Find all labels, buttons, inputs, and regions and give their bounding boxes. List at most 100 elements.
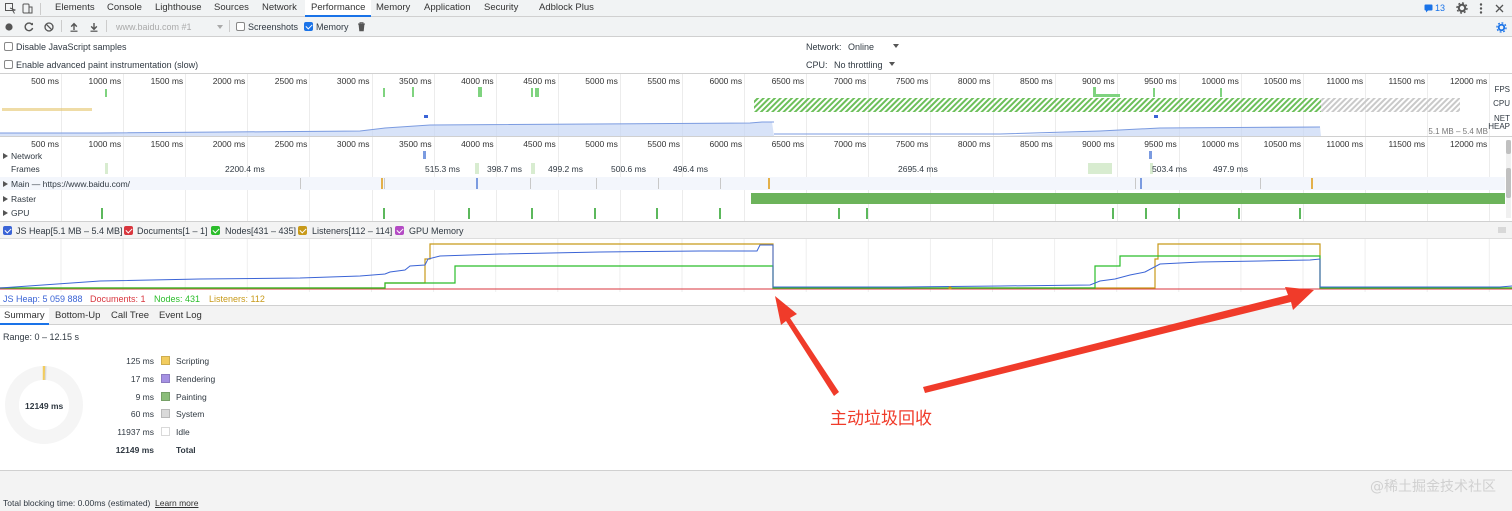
summary-donut-label: 12149 ms [25,401,64,411]
tab-network[interactable]: Network [262,0,297,17]
summary-label-painting: Painting [176,392,207,402]
summary-value-rendering: 17 ms [130,374,154,384]
reload-record-icon[interactable] [24,22,34,32]
capture-settings-gear-icon[interactable] [1496,22,1507,33]
summary-value-painting: 9 ms [135,392,154,402]
drag-handle-icon[interactable] [1498,227,1506,233]
paint-instrumentation-checkbox[interactable] [4,60,13,69]
summary-pane: Range: 0 – 12.15 s 12149 ms 125 ms Scrip… [0,325,1512,471]
listeners-value: Listeners: 112 [209,294,265,304]
js-heap-checkbox[interactable] [3,226,12,235]
profile-select[interactable]: www.baidu.com #1 [116,22,192,32]
cpu-lane-label: CPU [1493,99,1510,108]
frame-time: 2695.4 ms [898,164,938,174]
chevron-down-icon[interactable] [893,44,899,48]
tab-console[interactable]: Console [107,0,142,17]
timeline-overview[interactable]: 500 ms 1000 ms 1500 ms 2000 ms 2500 ms 3000 m… [0,74,1512,137]
annotation-text: 主动垃圾回收 [830,409,932,429]
js-heap-legend: JS Heap[5.1 MB – 5.4 MB] [16,226,123,236]
collect-garbage-icon[interactable] [357,22,366,32]
clear-icon[interactable] [44,22,54,32]
tab-memory[interactable]: Memory [376,0,410,17]
listeners-checkbox[interactable] [298,226,307,235]
summary-total-label: Total [176,445,196,455]
issues-icon[interactable] [1424,4,1433,13]
listeners-legend: Listeners[112 – 114] [312,226,393,236]
tab-adblock-plus[interactable]: Adblock Plus [539,0,594,17]
summary-label-rendering: Rendering [176,374,216,384]
tab-elements[interactable]: Elements [55,0,95,17]
tracks-scrollbar[interactable] [1506,140,1511,218]
frame-time: 499.2 ms [548,164,583,174]
disable-js-samples-checkbox[interactable] [4,42,13,51]
tab-sources[interactable]: Sources [214,0,249,17]
heap-range-label: 5.1 MB – 5.4 MB [1428,127,1488,136]
details-tabbar: Summary Bottom-Up Call Tree Event Log [0,306,1512,325]
documents-checkbox[interactable] [124,226,133,235]
capture-settings-pane: Disable JavaScript samples Enable advanc… [0,37,1512,74]
nodes-checkbox[interactable] [211,226,220,235]
expand-triangle-icon[interactable] [3,196,8,202]
chevron-down-icon[interactable] [217,25,223,29]
tab-bottom-up[interactable]: Bottom-Up [55,308,100,325]
gpu-memory-legend: GPU Memory [409,226,464,236]
frame-time: 2200.4 ms [225,164,265,174]
inspect-element-icon[interactable] [5,3,16,14]
fps-lane-label: FPS [1494,85,1510,94]
summary-value-idle: 11937 ms [117,427,154,437]
performance-toolbar: www.baidu.com #1 Screenshots Memory [0,17,1512,37]
more-options-icon[interactable] [1479,3,1483,14]
frame-time: 503.4 ms [1152,164,1187,174]
footer-bar: Total blocking time: 0.00ms (estimated) … [0,471,1512,511]
total-blocking-time: Total blocking time: 0.00ms (estimated) [3,498,151,508]
memory-counter-values: JS Heap: 5 059 888 Documents: 1 Nodes: 4… [0,292,1512,306]
load-profile-icon[interactable] [69,22,79,32]
gpu-memory-checkbox[interactable] [395,226,404,235]
tab-performance[interactable]: Performance [305,0,372,17]
paint-instrumentation-label: Enable advanced paint instrumentation (s… [16,60,199,70]
raster-bar [751,193,1505,204]
rendering-swatch [161,374,170,383]
close-devtools-icon[interactable] [1495,4,1504,13]
memory-checkbox[interactable] [304,22,313,31]
device-toolbar-icon[interactable] [22,3,33,14]
painting-swatch [161,392,170,401]
frame-time: 398.7 ms [487,164,522,174]
tab-lighthouse[interactable]: Lighthouse [155,0,201,17]
save-profile-icon[interactable] [89,22,99,32]
disable-js-samples-label: Disable JavaScript samples [16,42,127,52]
chevron-down-icon[interactable] [889,62,895,66]
network-throttle-label: Network: [806,42,842,52]
memory-label: Memory [316,22,349,32]
frame-time: 500.6 ms [611,164,646,174]
settings-gear-icon[interactable] [1456,2,1468,14]
memory-counters-graph[interactable] [0,239,1512,292]
summary-label-scripting: Scripting [176,356,210,366]
track-raster[interactable]: Raster [11,194,36,204]
summary-value-scripting: 125 ms [126,356,154,366]
cpu-throttle-label: CPU: [806,60,828,70]
tab-summary[interactable]: Summary [0,308,49,325]
frame-time: 496.4 ms [673,164,708,174]
documents-legend: Documents[1 – 1] [137,226,208,236]
tab-application[interactable]: Application [424,0,470,17]
record-icon[interactable] [5,23,13,31]
tab-call-tree[interactable]: Call Tree [111,308,149,325]
screenshots-checkbox[interactable] [236,22,245,31]
scripting-swatch [161,356,170,365]
memory-counters-legend: JS Heap[5.1 MB – 5.4 MB] Documents[1 – 1… [0,222,1512,239]
summary-range: Range: 0 – 12.15 s [3,332,80,342]
summary-label-idle: Idle [176,427,190,437]
tab-security[interactable]: Security [484,0,518,17]
issues-count[interactable]: 13 [1435,3,1445,13]
cpu-throttle-select[interactable]: No throttling [834,60,883,70]
learn-more-link[interactable]: Learn more [155,498,198,508]
devtools-tabbar: Elements Console Lighthouse Sources Netw… [0,0,1512,17]
network-throttle-select[interactable]: Online [848,42,874,52]
heap-lane-label: HEAP [1488,122,1510,131]
summary-label-system: System [176,409,205,419]
overview-lanes [0,87,1460,136]
timeline-tracks[interactable]: 500 ms 1000 ms 1500 ms 2000 ms 2500 ms 3000 m… [0,137,1512,222]
screenshots-label: Screenshots [248,22,299,32]
tab-event-log[interactable]: Event Log [159,308,202,325]
